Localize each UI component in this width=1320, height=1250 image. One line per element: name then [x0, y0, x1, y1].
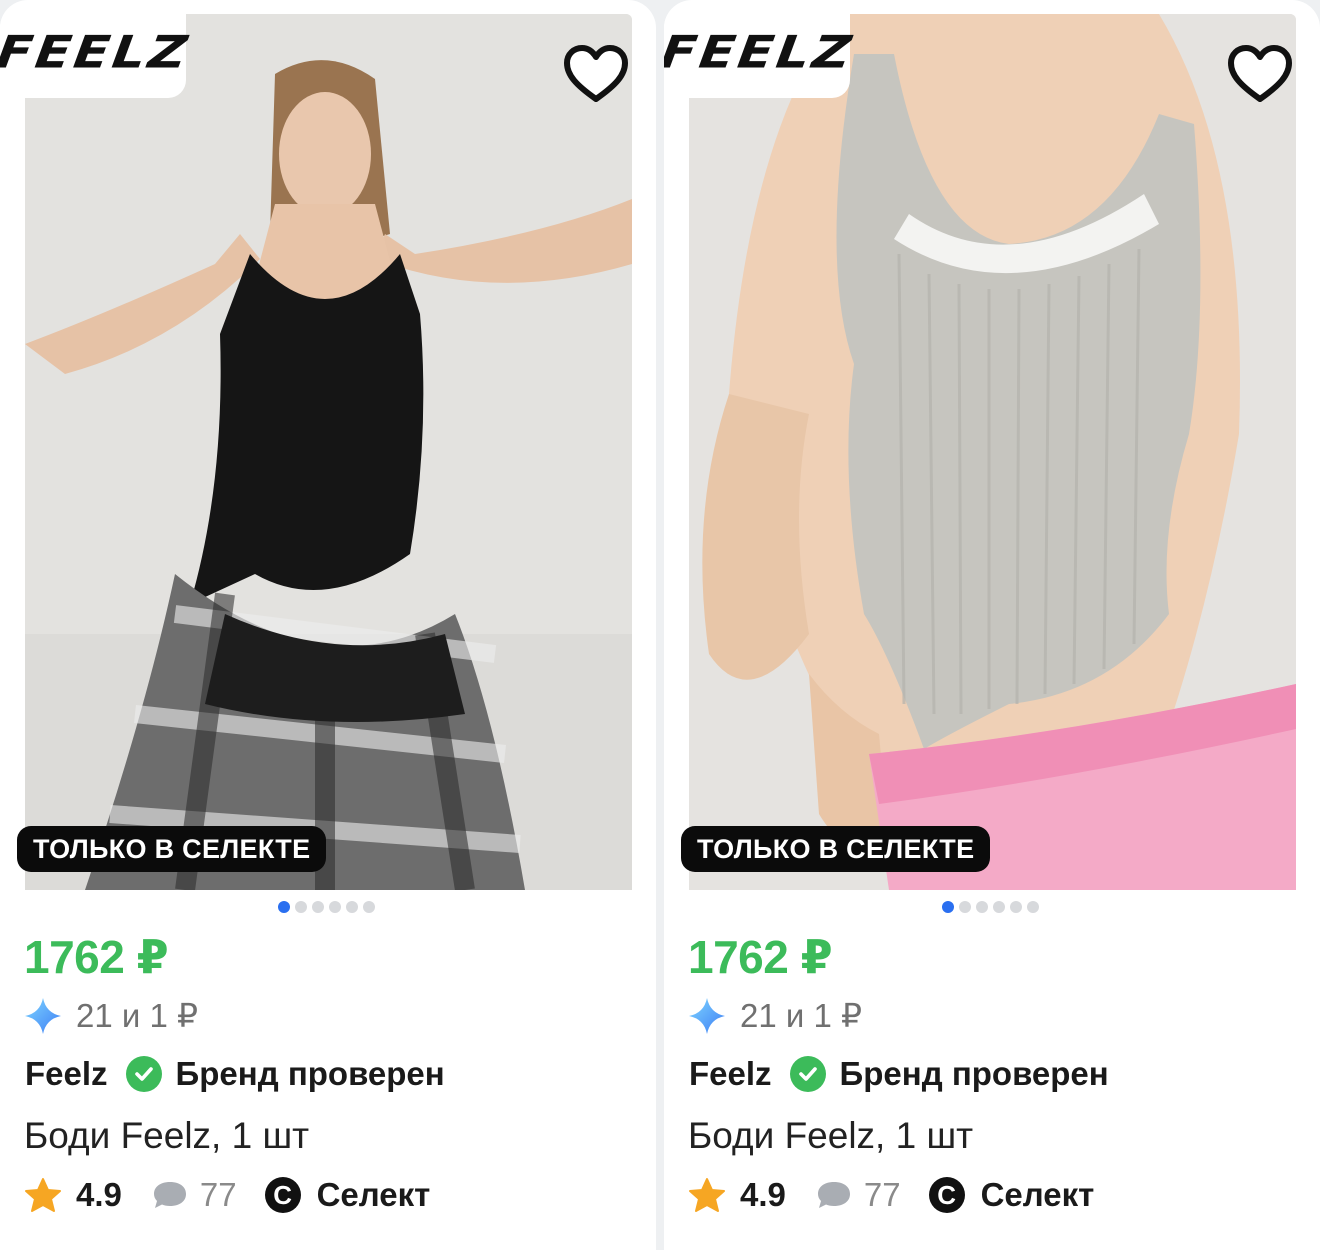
product-price: 1762 ₽ — [688, 931, 833, 983]
product-title[interactable]: Боди Feelz, 1 шт — [688, 1115, 973, 1157]
brand-logo-text: FEELZ — [664, 27, 857, 79]
comment-bubble-icon — [153, 1182, 186, 1208]
pagination-dot[interactable] — [346, 901, 358, 913]
brand-row: Feelz Бренд проверен — [25, 1055, 445, 1093]
pagination-dot-active[interactable] — [942, 901, 954, 913]
brand-name[interactable]: Feelz — [25, 1055, 108, 1093]
favorite-button[interactable] — [1224, 40, 1296, 108]
pagination-dot[interactable] — [1010, 901, 1022, 913]
product-photo-black-bodysuit — [25, 14, 632, 890]
reviews-count: 77 — [863, 1176, 901, 1213]
pagination-dot[interactable] — [1027, 901, 1039, 913]
bonus-row: 21 и 1 ₽ — [24, 996, 198, 1035]
sparkle-icon — [25, 997, 61, 1034]
image-pagination[interactable] — [942, 901, 1039, 913]
favorite-button[interactable] — [560, 40, 632, 108]
select-label: Селект — [980, 1176, 1095, 1213]
pagination-dot[interactable] — [295, 901, 307, 913]
pagination-dot[interactable] — [959, 901, 971, 913]
pagination-dot[interactable] — [312, 901, 324, 913]
reviews-count: 77 — [199, 1176, 237, 1213]
exclusive-badge: ТОЛЬКО В СЕЛЕКТЕ — [681, 826, 991, 872]
heart-outline-icon — [564, 45, 628, 102]
rating-value: 4.9 — [76, 1176, 122, 1213]
product-card[interactable]: FEELZ ТОЛЬКО В СЕЛЕКТЕ 1762 ₽ 21 и 1 ₽ F… — [0, 0, 656, 1250]
select-logo-icon: C — [928, 1177, 965, 1213]
exclusive-badge: ТОЛЬКО В СЕЛЕКТЕ — [17, 826, 327, 872]
brand-verified-label: Бренд проверен — [175, 1055, 445, 1092]
product-price: 1762 ₽ — [24, 931, 169, 983]
product-photo-grey-bodysuit — [689, 14, 1296, 890]
brand-logo: FEELZ — [664, 8, 857, 98]
select-logo-icon: C — [264, 1177, 301, 1213]
pagination-dot[interactable] — [976, 901, 988, 913]
star-icon — [25, 1178, 61, 1212]
brand-verified-label: Бренд проверен — [839, 1055, 1109, 1092]
product-grid: FEELZ ТОЛЬКО В СЕЛЕКТЕ 1762 ₽ 21 и 1 ₽ F… — [0, 0, 1320, 1250]
bonus-row: 21 и 1 ₽ — [688, 996, 862, 1035]
pagination-dot-active[interactable] — [278, 901, 290, 913]
bonus-text: 21 и 1 ₽ — [76, 997, 198, 1034]
heart-outline-icon — [1228, 45, 1292, 102]
pagination-dot[interactable] — [363, 901, 375, 913]
pagination-dot[interactable] — [993, 901, 1005, 913]
rating-row: 4.9 77 C Селект — [688, 1176, 1094, 1214]
comment-bubble-icon — [817, 1182, 850, 1208]
pagination-dot[interactable] — [329, 901, 341, 913]
select-label: Селект — [316, 1176, 431, 1213]
product-image[interactable] — [689, 14, 1296, 890]
sparkle-icon — [689, 997, 725, 1034]
product-image[interactable] — [25, 14, 632, 890]
brand-logo-text: FEELZ — [0, 27, 193, 79]
verified-check-icon — [789, 1056, 826, 1092]
product-card[interactable]: FEELZ ТОЛЬКО В СЕЛЕКТЕ 1762 ₽ 21 и 1 ₽ F… — [664, 0, 1320, 1250]
star-icon — [689, 1178, 725, 1212]
bonus-text: 21 и 1 ₽ — [740, 997, 862, 1034]
brand-row: Feelz Бренд проверен — [689, 1055, 1109, 1093]
brand-logo: FEELZ — [0, 8, 193, 98]
verified-check-icon — [125, 1056, 162, 1092]
rating-row: 4.9 77 C Селект — [24, 1176, 430, 1214]
rating-value: 4.9 — [740, 1176, 786, 1213]
image-pagination[interactable] — [278, 901, 375, 913]
brand-name[interactable]: Feelz — [689, 1055, 772, 1093]
product-title[interactable]: Боди Feelz, 1 шт — [24, 1115, 309, 1157]
